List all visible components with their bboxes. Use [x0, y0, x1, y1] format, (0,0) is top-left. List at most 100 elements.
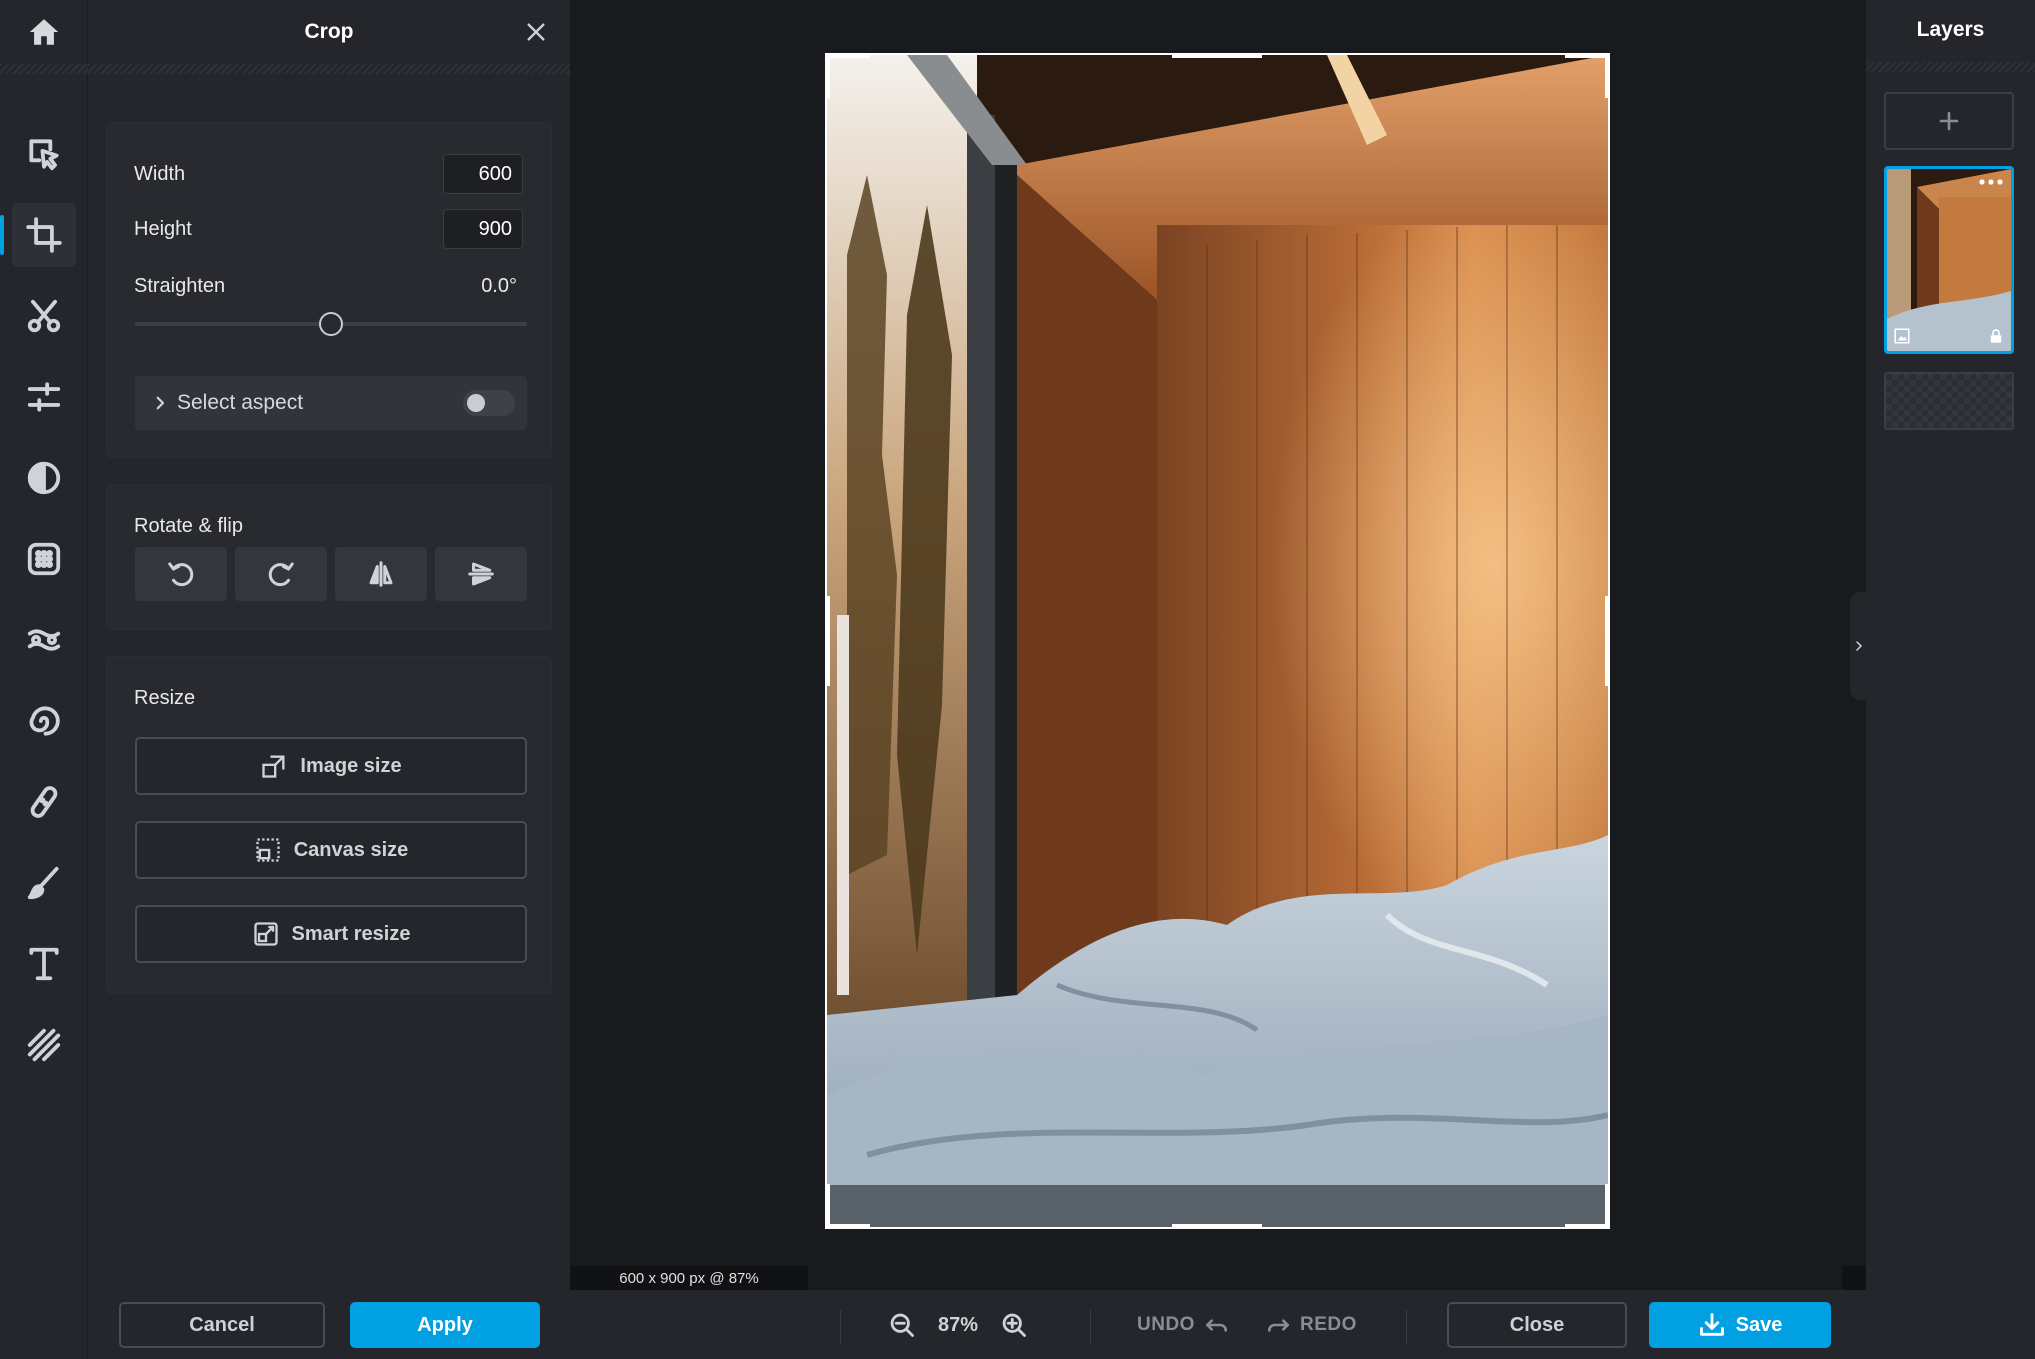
straighten-slider[interactable]	[135, 312, 527, 336]
crop-handle-top-right[interactable]	[1565, 53, 1610, 58]
zoom-controls: 87%	[888, 1302, 1028, 1348]
chevron-right-icon	[156, 396, 165, 410]
apply-button[interactable]: Apply	[350, 1302, 540, 1348]
save-label: Save	[1735, 1313, 1783, 1336]
home-button[interactable]	[0, 0, 88, 64]
cancel-button[interactable]: Cancel	[119, 1302, 325, 1348]
brush-icon	[27, 866, 59, 900]
redo-icon	[1267, 1319, 1289, 1332]
crop-handle-left[interactable]	[825, 596, 830, 686]
pattern-icon	[27, 1028, 61, 1062]
close-icon	[527, 23, 545, 41]
apply-label: Apply	[417, 1313, 473, 1336]
separator	[840, 1310, 841, 1344]
canvas-corner	[1842, 1266, 1866, 1290]
width-input[interactable]: 600	[443, 154, 523, 194]
crop-handle-bottom[interactable]	[1172, 1224, 1262, 1229]
effects-tool[interactable]	[12, 527, 76, 591]
background-layer[interactable]	[1884, 372, 2014, 430]
separator	[1090, 1310, 1091, 1344]
zoom-out-icon[interactable]	[888, 1311, 916, 1339]
crop-frame[interactable]	[825, 53, 1610, 1229]
crop-icon	[26, 217, 62, 253]
smart-resize-button[interactable]: Smart resize	[135, 905, 527, 963]
crop-tool[interactable]	[0, 203, 76, 267]
flip-vertical-icon	[468, 562, 494, 586]
undo-button[interactable]: UNDO	[1137, 1302, 1229, 1348]
pattern-tool[interactable]	[12, 1013, 76, 1077]
rotate-flip-title: Rotate & flip	[134, 515, 243, 537]
crop-handle-bottom-right-v[interactable]	[1605, 1184, 1610, 1229]
canvas-info: 600 x 900 px @ 87%	[570, 1266, 808, 1290]
flip-horizontal-button[interactable]	[335, 547, 427, 601]
draw-tool[interactable]	[12, 851, 76, 915]
effects-icon	[27, 542, 61, 576]
crop-handle-bottom-left-v[interactable]	[825, 1184, 830, 1229]
arrange-tool[interactable]	[12, 122, 76, 186]
redo-label: REDO	[1300, 1314, 1357, 1335]
adjust-tool[interactable]	[12, 365, 76, 429]
crop-handle-right[interactable]	[1605, 596, 1610, 686]
close-button[interactable]: Close	[1447, 1302, 1627, 1348]
crop-handle-top-left[interactable]	[825, 53, 870, 58]
crop-handle-top[interactable]	[1172, 53, 1262, 58]
flip-vertical-button[interactable]	[435, 547, 527, 601]
distort-tool[interactable]	[12, 689, 76, 753]
smart-resize-icon	[253, 922, 278, 946]
distort-icon	[29, 706, 60, 736]
straighten-label: Straighten	[134, 275, 226, 297]
redo-button[interactable]: REDO	[1266, 1302, 1357, 1348]
editor-app: Crop Width 600 Height 900 Straighten 0.0…	[0, 0, 2035, 1359]
cutout-icon	[27, 299, 61, 333]
add-layer-button[interactable]	[1884, 92, 2014, 150]
bottom-bar: Cancel Apply 87% UNDO REDO Close Save	[88, 1290, 1866, 1359]
canvas-area[interactable]: 600 x 900 px @ 87%	[570, 0, 1866, 1290]
liquify-tool[interactable]	[12, 608, 76, 672]
layers-panel: Layers	[1866, 0, 2035, 1359]
layer-item[interactable]	[1884, 166, 2014, 354]
zoom-level[interactable]: 87%	[938, 1314, 978, 1337]
crop-handle-bottom-left[interactable]	[825, 1224, 870, 1229]
image-layer-icon	[1894, 328, 1910, 344]
layers-title: Layers	[1916, 18, 1985, 41]
more-options-icon[interactable]	[1977, 175, 2005, 189]
lock-icon[interactable]	[1987, 327, 2005, 345]
canvas-size-label: Canvas size	[293, 838, 409, 861]
resize-card: Resize Image size Canvas size Smart resi…	[106, 656, 552, 994]
panel-divider	[88, 64, 570, 74]
close-panel-button[interactable]	[520, 16, 552, 48]
canvas-size-icon	[256, 838, 280, 862]
layers-divider	[1866, 62, 2035, 72]
crop-handle-bottom-right[interactable]	[1565, 1224, 1610, 1229]
adjust-icon	[27, 382, 61, 412]
select-aspect-row[interactable]: Select aspect	[135, 376, 527, 430]
crop-handle-top-left-v[interactable]	[825, 53, 830, 98]
smart-resize-label: Smart resize	[291, 922, 411, 945]
filter-icon	[27, 461, 61, 495]
layer-thumbnail	[1887, 169, 2011, 351]
photo	[827, 55, 1608, 1227]
panel-title: Crop	[304, 20, 354, 43]
straighten-slider-thumb[interactable]	[319, 312, 343, 336]
filter-tool[interactable]	[12, 446, 76, 510]
save-button[interactable]: Save	[1649, 1302, 1831, 1348]
retouch-tool[interactable]	[12, 770, 76, 834]
image-size-label: Image size	[300, 754, 402, 777]
text-tool[interactable]	[12, 932, 76, 996]
straighten-value: 0.0°	[481, 275, 517, 297]
rotate-left-icon	[168, 562, 194, 587]
cutout-tool[interactable]	[12, 284, 76, 348]
undo-label: UNDO	[1137, 1314, 1195, 1335]
canvas-size-button[interactable]: Canvas size	[135, 821, 527, 879]
height-input[interactable]: 900	[443, 209, 523, 249]
rotate-right-button[interactable]	[235, 547, 327, 601]
rotate-left-button[interactable]	[135, 547, 227, 601]
plus-icon	[1939, 111, 1959, 131]
rotate-right-icon	[268, 562, 294, 587]
aspect-toggle[interactable]	[463, 390, 515, 416]
home-icon	[29, 19, 59, 45]
crop-handle-top-right-v[interactable]	[1605, 53, 1610, 98]
crop-size-card: Width 600 Height 900 Straighten 0.0° Sel…	[106, 122, 552, 458]
zoom-in-icon[interactable]	[1000, 1311, 1028, 1339]
image-size-button[interactable]: Image size	[135, 737, 527, 795]
